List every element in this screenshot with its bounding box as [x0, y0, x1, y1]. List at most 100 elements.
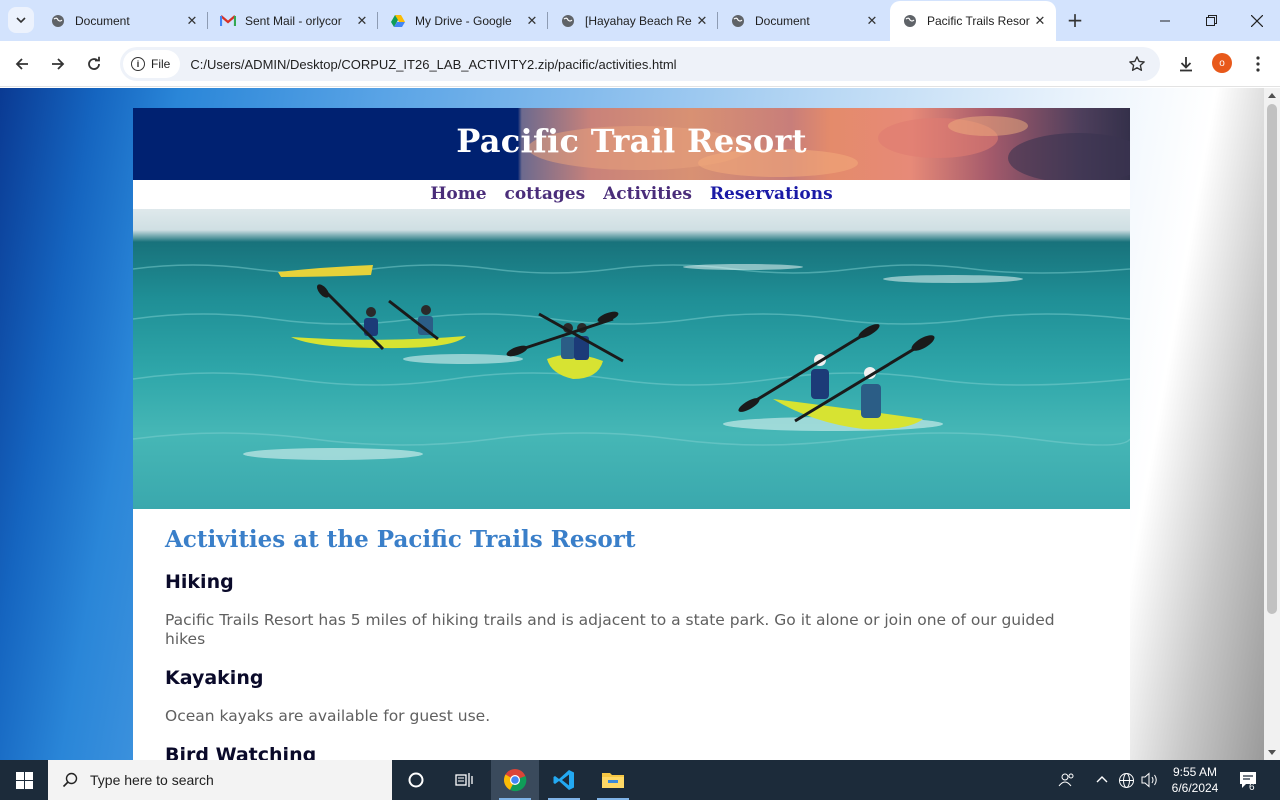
url-text[interactable]: C:/Users/ADMIN/Desktop/CORPUZ_IT26_LAB_A… [190, 57, 676, 72]
network-button[interactable] [1118, 760, 1135, 800]
minimize-button[interactable] [1142, 0, 1188, 41]
tab-document-1[interactable]: Document ✕ [38, 0, 208, 41]
vscode-icon [553, 770, 574, 790]
downloads-button[interactable] [1171, 49, 1201, 79]
scroll-down-icon[interactable] [1268, 750, 1276, 755]
drive-icon [390, 13, 406, 29]
show-hidden-icons-button[interactable] [1096, 760, 1108, 800]
tab-document-2[interactable]: Document ✕ [718, 0, 888, 41]
forward-button[interactable] [43, 49, 73, 79]
section-title-bird-watching: Bird Watching [165, 744, 317, 760]
globe-icon [730, 13, 746, 29]
address-bar[interactable]: i File C:/Users/ADMIN/Desktop/CORPUZ_IT2… [120, 47, 1160, 81]
close-icon[interactable]: ✕ [352, 11, 372, 31]
info-icon: i [131, 57, 145, 71]
kebab-menu-icon [1256, 56, 1260, 72]
file-explorer-taskbar-button[interactable] [589, 760, 637, 800]
task-view-icon [455, 773, 473, 787]
tab-title: Sent Mail - orlycor [245, 13, 342, 28]
close-icon [1251, 14, 1263, 27]
taskbar-search-box[interactable]: Type here to search [48, 760, 392, 800]
clock-time: 9:55 AM [1172, 765, 1218, 779]
chrome-icon [504, 769, 527, 792]
close-icon[interactable]: ✕ [182, 11, 202, 31]
nav-link-cottages[interactable]: cottages [504, 184, 585, 204]
notifications-button[interactable]: 6 [1238, 760, 1258, 800]
people-button[interactable] [1058, 760, 1076, 800]
cortana-button[interactable] [392, 760, 440, 800]
scroll-up-icon[interactable] [1268, 93, 1276, 98]
clock-date: 6/6/2024 [1171, 781, 1219, 795]
profile-avatar[interactable]: o [1212, 53, 1232, 73]
close-icon[interactable]: ✕ [862, 11, 882, 31]
new-tab-button[interactable]: + [1064, 8, 1086, 32]
close-icon[interactable]: ✕ [522, 11, 542, 31]
section-title-hiking: Hiking [165, 571, 234, 593]
reload-button[interactable] [79, 49, 109, 79]
scrollbar-thumb[interactable] [1267, 104, 1277, 614]
search-placeholder: Type here to search [90, 772, 214, 788]
tab-pacific-trails[interactable]: Pacific Trails Resort ✕ [890, 1, 1056, 41]
nav-link-home[interactable]: Home [430, 184, 486, 204]
site-title: Pacific Trail Resort [456, 122, 807, 160]
volume-button[interactable] [1141, 760, 1159, 800]
site-nav: Home cottages Activities Reservations [133, 180, 1130, 210]
globe-icon [902, 13, 918, 29]
tab-title: Document [755, 13, 810, 28]
chrome-taskbar-button[interactable] [491, 760, 539, 800]
tab-gmail[interactable]: Sent Mail - orlycor ✕ [208, 0, 378, 41]
globe-icon [1119, 772, 1134, 788]
main-content: Activities at the Pacific Trails Resort … [165, 526, 1065, 760]
globe-icon [560, 13, 576, 29]
download-icon [1180, 57, 1192, 72]
site-info-chip[interactable]: i File [123, 50, 181, 78]
bookmark-star-button[interactable] [1126, 53, 1148, 75]
notification-icon [1240, 772, 1256, 788]
tab-drive[interactable]: My Drive - Google ✕ [378, 0, 548, 41]
search-icon [62, 772, 78, 788]
notification-count-badge: 6 [1249, 782, 1255, 793]
menu-button[interactable] [1243, 49, 1273, 79]
chevron-up-icon [1096, 776, 1108, 783]
section-text-kayaking: Ocean kayaks are available for guest use… [165, 707, 491, 725]
windows-logo-icon [15, 771, 33, 789]
tab-search-button[interactable] [8, 7, 34, 33]
gmail-icon [220, 13, 236, 29]
page-wrapper: Pacific Trail Resort Home cottages Activ… [133, 108, 1130, 760]
page-heading: Activities at the Pacific Trails Resort [165, 526, 636, 553]
cortana-icon [408, 772, 424, 788]
speaker-icon [1141, 772, 1157, 788]
arrow-left-icon [15, 58, 28, 70]
folder-icon [602, 773, 624, 788]
section-text-hiking: Pacific Trails Resort has 5 miles of hik… [165, 611, 1055, 648]
page-viewport: Pacific Trail Resort Home cottages Activ… [0, 88, 1264, 760]
back-button[interactable] [7, 49, 37, 79]
nav-link-activities[interactable]: Activities [603, 184, 692, 204]
start-button[interactable] [0, 760, 48, 800]
people-icon [1058, 773, 1074, 787]
section-title-kayaking: Kayaking [165, 667, 264, 689]
vscode-taskbar-button[interactable] [540, 760, 588, 800]
close-window-button[interactable] [1234, 0, 1280, 41]
star-icon [1129, 56, 1145, 71]
close-icon[interactable]: ✕ [692, 11, 712, 31]
tab-title: My Drive - Google [415, 13, 512, 28]
restore-button[interactable] [1188, 0, 1234, 41]
task-view-button[interactable] [440, 760, 488, 800]
taskbar-clock[interactable]: 9:55 AM 6/6/2024 [1160, 764, 1230, 796]
tab-strip: Document ✕ Sent Mail - orlycor ✕ My Driv… [0, 0, 1280, 41]
globe-icon [50, 13, 66, 29]
chevron-down-icon [16, 17, 26, 24]
page-scrollbar[interactable] [1264, 88, 1280, 760]
tab-hayahay[interactable]: [Hayahay Beach Re ✕ [548, 0, 718, 41]
close-icon[interactable]: ✕ [1030, 11, 1050, 31]
reload-icon [88, 56, 100, 70]
kayaking-hero-image [133, 209, 1130, 509]
tab-title: Pacific Trails Resort [927, 14, 1030, 28]
minimize-icon [1160, 20, 1170, 21]
site-info-label: File [151, 57, 171, 71]
restore-icon [1205, 15, 1217, 26]
nav-link-reservations[interactable]: Reservations [710, 184, 833, 204]
windows-taskbar: Type here to search 9:55 AM 6/6/2024 6 [0, 760, 1280, 800]
tab-title: Document [75, 13, 130, 28]
